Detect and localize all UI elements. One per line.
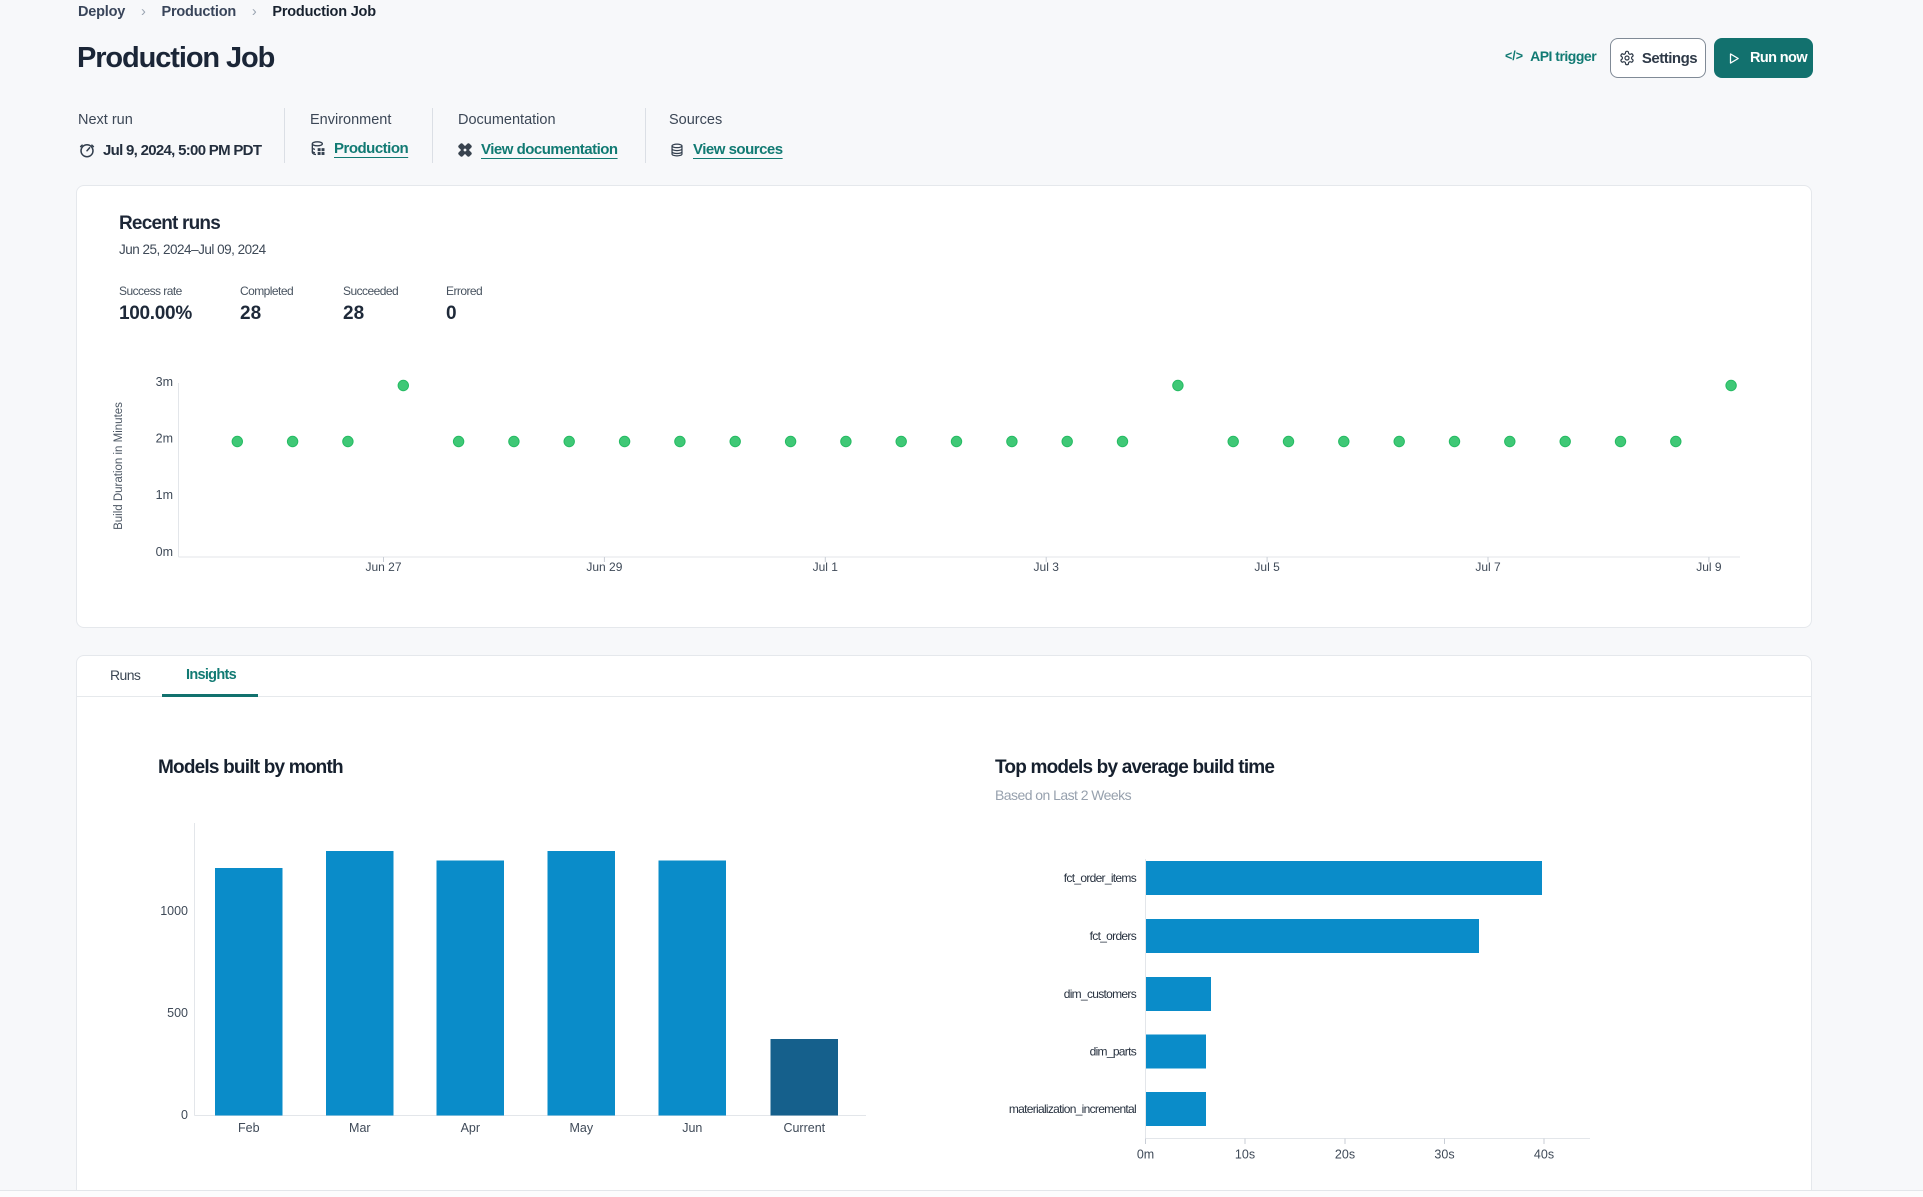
svg-text:Jun 29: Jun 29 <box>586 560 622 574</box>
svg-text:fct_orders: fct_orders <box>1090 929 1137 943</box>
svg-text:40s: 40s <box>1534 1148 1554 1162</box>
svg-text:May: May <box>569 1121 593 1135</box>
svg-text:2m: 2m <box>156 432 173 446</box>
svg-text:Build Duration in Minutes: Build Duration in Minutes <box>113 402 125 530</box>
svg-text:Jul 5: Jul 5 <box>1254 560 1280 574</box>
svg-text:0m: 0m <box>156 545 173 559</box>
svg-text:0: 0 <box>181 1108 188 1122</box>
svg-text:10s: 10s <box>1235 1148 1255 1162</box>
svg-text:1m: 1m <box>156 488 173 502</box>
svg-text:Jul 7: Jul 7 <box>1475 560 1501 574</box>
svg-text:Current: Current <box>783 1121 825 1135</box>
svg-text:Jun: Jun <box>682 1121 702 1135</box>
svg-text:Apr: Apr <box>461 1121 480 1135</box>
svg-text:3m: 3m <box>156 375 173 389</box>
svg-text:Jul 3: Jul 3 <box>1034 560 1060 574</box>
svg-text:30s: 30s <box>1434 1148 1454 1162</box>
svg-text:20s: 20s <box>1335 1148 1355 1162</box>
svg-text:Jun 27: Jun 27 <box>365 560 401 574</box>
svg-text:Jul 1: Jul 1 <box>813 560 839 574</box>
svg-text:1000: 1000 <box>160 904 188 918</box>
svg-text:Feb: Feb <box>238 1121 260 1135</box>
svg-text:materialization_incremental: materialization_incremental <box>1009 1102 1136 1116</box>
svg-text:Jul 9: Jul 9 <box>1696 560 1722 574</box>
svg-text:Mar: Mar <box>349 1121 371 1135</box>
svg-text:0m: 0m <box>1137 1148 1154 1162</box>
svg-text:dim_customers: dim_customers <box>1064 987 1137 1001</box>
svg-text:500: 500 <box>167 1006 188 1020</box>
svg-text:fct_order_items: fct_order_items <box>1064 871 1137 885</box>
svg-text:dim_parts: dim_parts <box>1090 1045 1137 1059</box>
